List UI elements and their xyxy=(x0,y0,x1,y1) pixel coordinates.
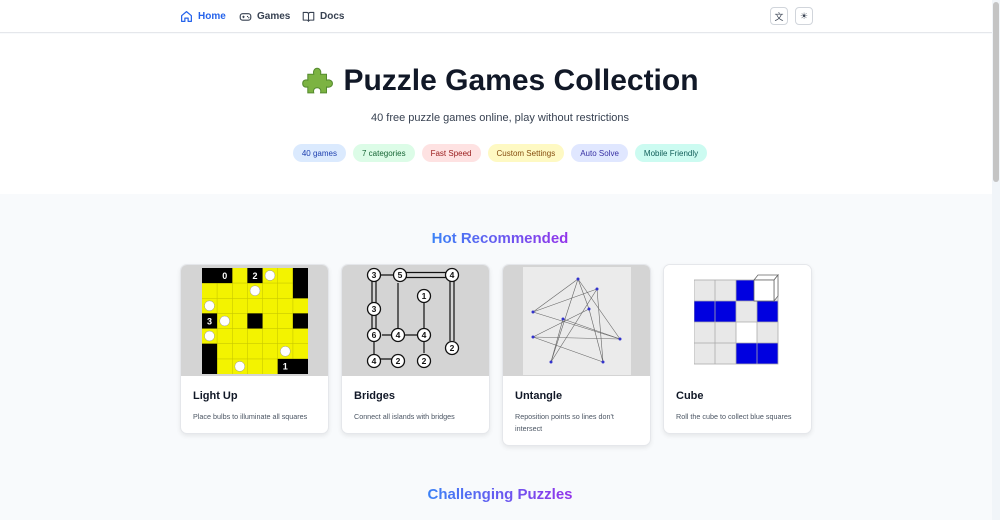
nav-home-link[interactable]: Home xyxy=(180,0,226,33)
language-button[interactable]: 文 xyxy=(770,7,788,25)
nav-docs-link[interactable]: Docs xyxy=(302,0,344,33)
untangle-board xyxy=(522,266,631,375)
light-up-clue: 2 xyxy=(252,270,257,280)
tag-categories: 7 categories xyxy=(352,144,415,162)
bridges-island-number: 3 xyxy=(371,304,376,314)
bridges-island-number: 5 xyxy=(397,270,402,280)
light-up-clue: 0 xyxy=(222,270,227,280)
card-title: Untangle xyxy=(515,390,563,402)
gamepad-icon xyxy=(239,13,252,21)
sun-icon: ☀ xyxy=(799,10,809,21)
bridges-island-number: 4 xyxy=(395,330,400,340)
card-description: Place bulbs to illuminate all squares xyxy=(193,412,308,421)
bridges-island-number: 2 xyxy=(421,356,426,366)
nav-home-label: Home xyxy=(198,11,226,22)
bridges-island-number: 4 xyxy=(449,270,454,280)
scrollbar-thumb[interactable] xyxy=(993,2,999,182)
bridges-island-number: 6 xyxy=(371,330,376,340)
hero-section: Puzzle Games Collection 40 free puzzle g… xyxy=(0,34,1000,194)
page-scrollbar[interactable] xyxy=(992,0,1000,520)
hot-recommended-heading: Hot Recommended xyxy=(0,230,1000,247)
untangle-thumbnail xyxy=(503,265,650,376)
nav-games-label: Games xyxy=(257,11,291,22)
light-up-clue: 3 xyxy=(206,316,211,326)
challenging-puzzles-text: Challenging Puzzles xyxy=(427,486,573,503)
tag-auto-solve: Auto Solve xyxy=(571,144,628,162)
tag-fast-speed: Fast Speed xyxy=(421,144,481,162)
bridges-island-number: 1 xyxy=(421,291,426,301)
bridges-island-number: 4 xyxy=(371,356,376,366)
card-description: Roll the cube to collect blue squares xyxy=(676,412,792,421)
puzzle-piece-icon xyxy=(302,67,334,94)
light-up-board: 0 2 3 1 xyxy=(201,267,308,374)
cube-thumbnail xyxy=(664,265,811,376)
tag-mobile-friendly: Mobile Friendly xyxy=(634,144,708,162)
theme-toggle-button[interactable]: ☀ xyxy=(795,7,813,25)
cube-board xyxy=(693,273,779,364)
light-up-thumbnail: 0 2 3 1 xyxy=(181,265,328,376)
hot-recommended-text: Hot Recommended xyxy=(431,230,569,247)
bridges-thumbnail: 3 5 4 1 3 6 4 4 2 4 2 2 xyxy=(342,265,489,376)
game-card-bridges[interactable]: 3 5 4 1 3 6 4 4 2 4 2 2 Bridges Connect … xyxy=(341,264,490,434)
home-icon xyxy=(181,11,192,22)
challenging-puzzles-heading: Challenging Puzzles xyxy=(0,486,1000,503)
nav-games-link[interactable]: Games xyxy=(239,0,290,33)
page-subtitle: 40 free puzzle games online, play withou… xyxy=(370,112,630,124)
card-title: Bridges xyxy=(354,390,395,402)
game-card-untangle[interactable]: Untangle Reposition points so lines don'… xyxy=(502,264,651,446)
tag-custom-settings: Custom Settings xyxy=(487,144,565,162)
game-card-cube[interactable]: Cube Roll the cube to collect blue squar… xyxy=(663,264,812,434)
bridges-island-number: 2 xyxy=(395,356,400,366)
card-title: Cube xyxy=(676,390,704,402)
page-title: Puzzle Games Collection xyxy=(0,64,1000,98)
light-up-clue: 1 xyxy=(282,361,287,371)
top-nav: Home Games Docs 文 ☀ xyxy=(0,0,1000,33)
card-title: Light Up xyxy=(193,390,238,402)
card-description: Reposition points so lines don't interse… xyxy=(515,412,614,433)
book-icon xyxy=(302,11,315,22)
game-card-light-up[interactable]: 0 2 3 1 Light Up Place bulbs to illumina… xyxy=(180,264,329,434)
tag-game-count: 40 games xyxy=(292,144,346,162)
nav-docs-label: Docs xyxy=(320,11,345,22)
bridges-island-number: 3 xyxy=(371,270,376,280)
translate-icon: 文 xyxy=(774,11,784,22)
card-description: Connect all islands with bridges xyxy=(354,412,455,421)
feature-tags: 40 games 7 categories Fast Speed Custom … xyxy=(0,144,1000,162)
bridges-board: 3 5 4 1 3 6 4 4 2 4 2 2 xyxy=(366,267,459,368)
bridges-island-number: 2 xyxy=(449,343,454,353)
page-title-text: Puzzle Games Collection xyxy=(343,64,699,97)
bridges-island-number: 4 xyxy=(421,330,426,340)
